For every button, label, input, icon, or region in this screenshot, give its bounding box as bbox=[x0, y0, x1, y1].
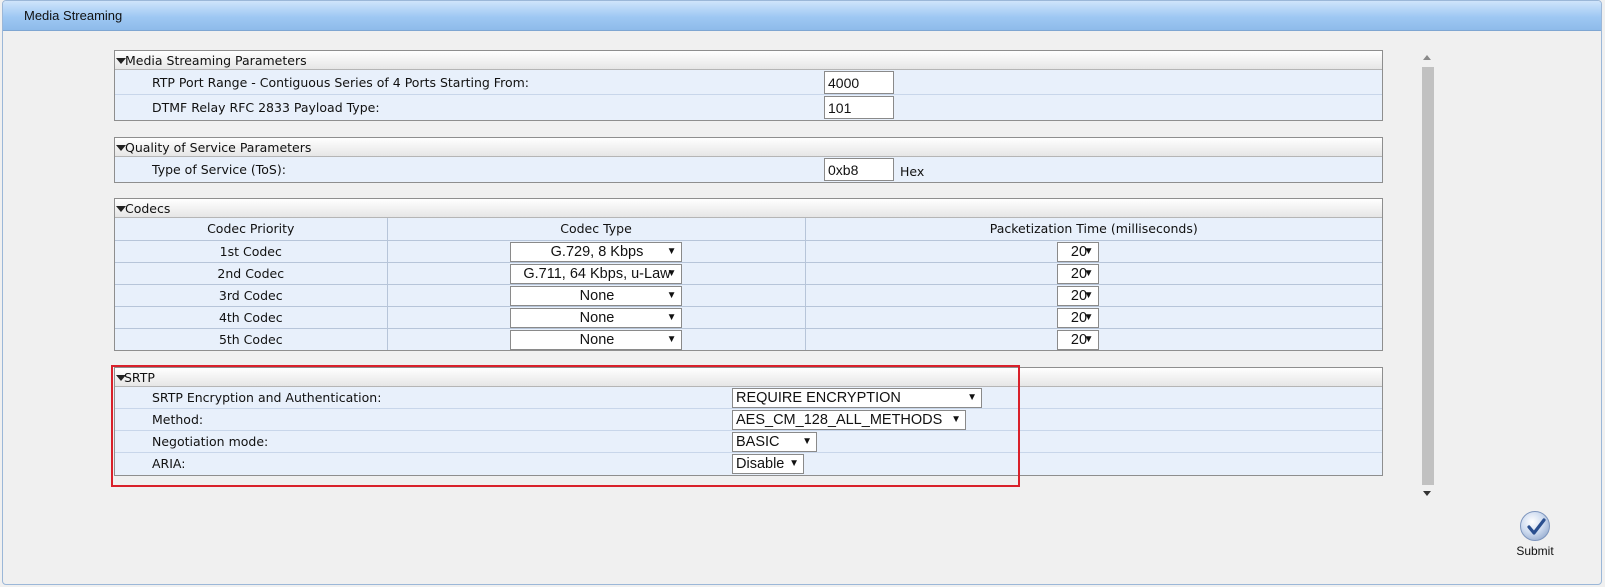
ptime-select[interactable]: 20 ▼ bbox=[1056, 307, 1099, 328]
tos-label: Type of Service (ToS): bbox=[152, 162, 286, 177]
column-header: Codec Priority bbox=[115, 218, 388, 241]
checkmark-icon bbox=[1520, 511, 1550, 541]
table-row: 1st Codec G.729, 8 Kbps ▼ 20 ▼ bbox=[115, 239, 1382, 263]
section-title: Media Streaming Parameters bbox=[125, 53, 307, 68]
vertical-scrollbar[interactable] bbox=[1421, 53, 1435, 498]
table-row: 5th Codec None ▼ 20 ▼ bbox=[115, 327, 1382, 350]
codec-type-cell: None ▼ bbox=[386, 283, 806, 307]
column-header: Packetization Time (milliseconds) bbox=[804, 218, 1382, 241]
ptime-select[interactable]: 20 ▼ bbox=[1056, 241, 1099, 262]
ptime-cell: 20 ▼ bbox=[804, 283, 1382, 307]
dropdown-arrow-icon: ▼ bbox=[1083, 245, 1094, 257]
submit-label: Submit bbox=[1516, 544, 1554, 558]
codec-type-select[interactable]: None ▼ bbox=[509, 307, 682, 328]
scrollbar-thumb[interactable] bbox=[1422, 67, 1434, 485]
submit-button[interactable]: Submit bbox=[1513, 511, 1557, 558]
select-value: G.729, 8 Kbps bbox=[550, 243, 644, 260]
dropdown-arrow-icon: ▼ bbox=[666, 311, 677, 323]
scroll-up-arrow-icon[interactable] bbox=[1423, 55, 1431, 60]
section-title: Quality of Service Parameters bbox=[125, 140, 312, 155]
select-value: None bbox=[579, 287, 615, 304]
ptime-cell: 20 ▼ bbox=[804, 327, 1382, 350]
rtp-port-row: RTP Port Range - Contiguous Series of 4 … bbox=[115, 70, 1382, 95]
ptime-select[interactable]: 20 ▼ bbox=[1056, 263, 1099, 284]
dropdown-arrow-icon: ▼ bbox=[666, 289, 677, 301]
codec-priority: 4th Codec bbox=[115, 305, 388, 329]
dropdown-arrow-icon: ▼ bbox=[666, 333, 677, 345]
table-row: 2nd Codec G.711, 64 Kbps, u-Law ▼ 20 ▼ bbox=[115, 261, 1382, 285]
tos-row: Type of Service (ToS): Hex bbox=[115, 157, 1382, 182]
codec-priority: 5th Codec bbox=[115, 327, 388, 350]
ptime-cell: 20 ▼ bbox=[804, 239, 1382, 263]
codecs-section: Codecs Codec Priority Codec Type Packeti… bbox=[114, 198, 1383, 351]
codec-type-cell: None ▼ bbox=[386, 305, 806, 329]
table-header-row: Codec Priority Codec Type Packetization … bbox=[115, 218, 1382, 241]
select-value: None bbox=[579, 331, 615, 348]
codec-type-select[interactable]: None ▼ bbox=[509, 285, 682, 306]
table-row: 3rd Codec None ▼ 20 ▼ bbox=[115, 283, 1382, 307]
dropdown-arrow-icon: ▼ bbox=[666, 245, 677, 257]
dtmf-row: DTMF Relay RFC 2833 Payload Type: bbox=[115, 95, 1382, 120]
qos-section: Quality of Service Parameters Type of Se… bbox=[114, 137, 1383, 183]
select-value: None bbox=[579, 309, 615, 326]
window-titlebar: Media Streaming bbox=[3, 1, 1601, 31]
ptime-cell: 20 ▼ bbox=[804, 305, 1382, 329]
column-header: Codec Type bbox=[386, 218, 806, 241]
section-header[interactable]: Codecs bbox=[115, 199, 1382, 218]
select-value: G.711, 64 Kbps, u-Law bbox=[523, 265, 671, 282]
window-title: Media Streaming bbox=[24, 8, 123, 23]
codec-type-select[interactable]: G.711, 64 Kbps, u-Law ▼ bbox=[509, 263, 682, 284]
rtp-port-label: RTP Port Range - Contiguous Series of 4 … bbox=[152, 75, 529, 90]
ptime-select[interactable]: 20 ▼ bbox=[1056, 329, 1099, 350]
ptime-cell: 20 ▼ bbox=[804, 261, 1382, 285]
codec-type-cell: None ▼ bbox=[386, 327, 806, 350]
codec-type-cell: G.729, 8 Kbps ▼ bbox=[386, 239, 806, 263]
scroll-down-arrow-icon[interactable] bbox=[1423, 491, 1431, 496]
section-header[interactable]: Quality of Service Parameters bbox=[115, 138, 1382, 157]
dropdown-arrow-icon: ▼ bbox=[1083, 311, 1094, 323]
tos-input[interactable] bbox=[824, 158, 894, 181]
dropdown-arrow-icon: ▼ bbox=[1083, 333, 1094, 345]
dtmf-label: DTMF Relay RFC 2833 Payload Type: bbox=[152, 100, 380, 115]
rtp-port-input[interactable] bbox=[824, 71, 894, 94]
dropdown-arrow-icon: ▼ bbox=[666, 267, 677, 279]
codec-priority: 3rd Codec bbox=[115, 283, 388, 307]
dropdown-arrow-icon: ▼ bbox=[1083, 289, 1094, 301]
dropdown-arrow-icon: ▼ bbox=[1083, 267, 1094, 279]
codec-type-select[interactable]: None ▼ bbox=[509, 329, 682, 350]
codec-priority: 2nd Codec bbox=[115, 261, 388, 285]
srtp-highlight-box bbox=[111, 365, 1020, 487]
codec-type-select[interactable]: G.729, 8 Kbps ▼ bbox=[509, 241, 682, 262]
table-row: 4th Codec None ▼ 20 ▼ bbox=[115, 305, 1382, 329]
dtmf-payload-input[interactable] bbox=[824, 96, 894, 119]
tos-unit: Hex bbox=[900, 164, 925, 179]
media-streaming-parameters-section: Media Streaming Parameters RTP Port Rang… bbox=[114, 50, 1383, 121]
ptime-select[interactable]: 20 ▼ bbox=[1056, 285, 1099, 306]
codec-priority: 1st Codec bbox=[115, 239, 388, 263]
section-header[interactable]: Media Streaming Parameters bbox=[115, 51, 1382, 70]
section-title: Codecs bbox=[125, 201, 171, 216]
codecs-table: Codec Priority Codec Type Packetization … bbox=[115, 218, 1382, 350]
codec-type-cell: G.711, 64 Kbps, u-Law ▼ bbox=[386, 261, 806, 285]
